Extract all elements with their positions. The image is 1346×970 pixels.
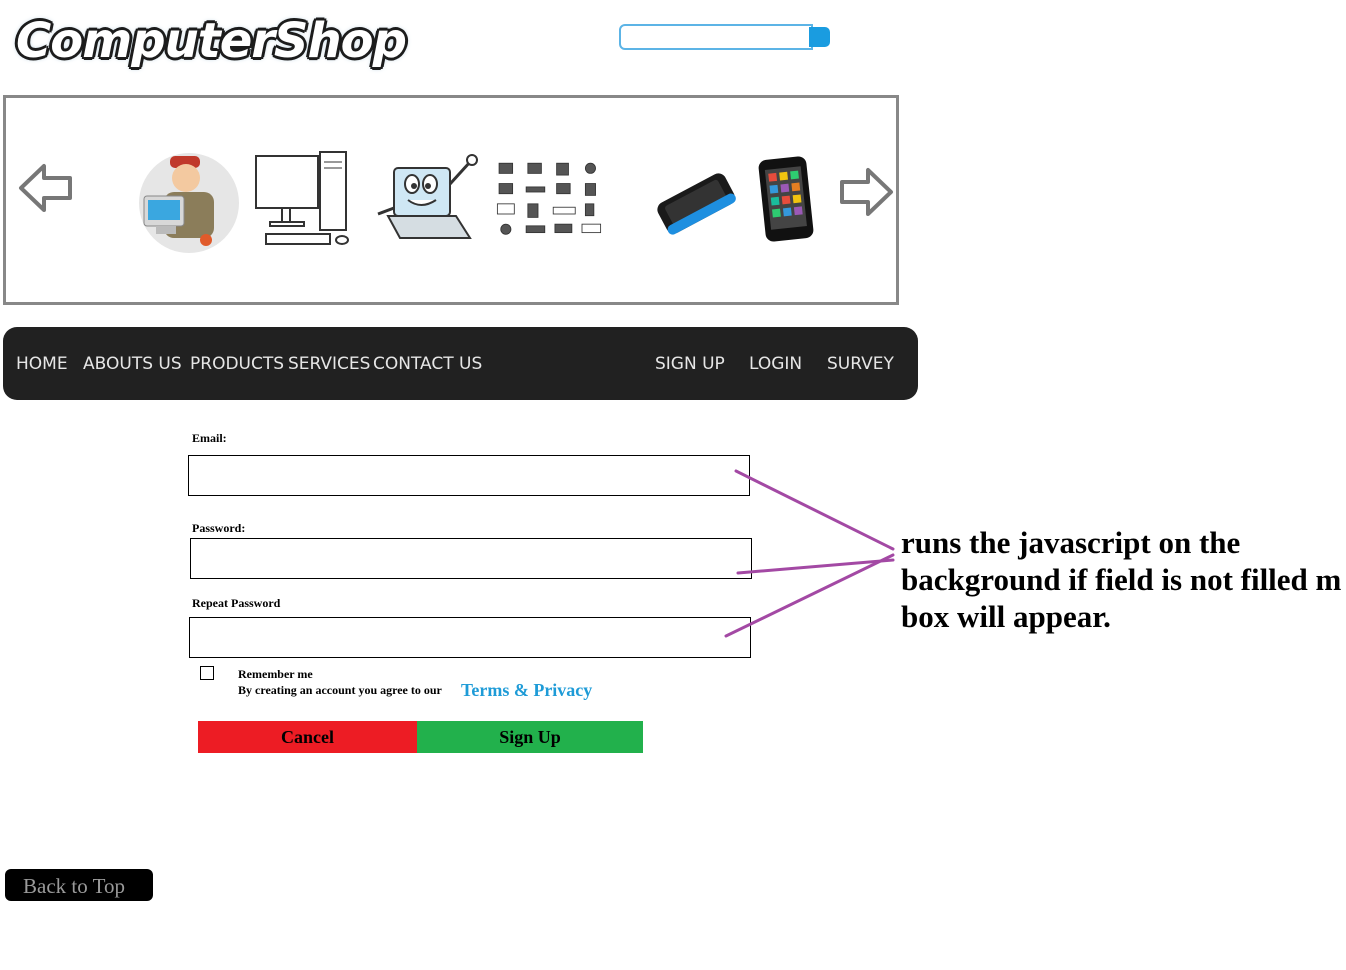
- password-label: Password:: [192, 521, 246, 535]
- email-field[interactable]: [188, 455, 750, 496]
- arrow-to-password: [736, 558, 895, 575]
- remember-checkbox[interactable]: [200, 666, 214, 680]
- technician-icon[interactable]: [134, 148, 244, 258]
- desktop-computer-icon[interactable]: [252, 148, 362, 258]
- back-to-top-button[interactable]: Back to Top: [5, 869, 153, 901]
- remember-label: Remember me: [238, 667, 313, 681]
- hardware-grid-icon[interactable]: [494, 148, 604, 258]
- email-label: Email:: [192, 431, 227, 445]
- nav-item-about[interactable]: ABOUTS US: [83, 353, 182, 375]
- terms-privacy-link[interactable]: Terms & Privacy: [461, 680, 592, 701]
- main-navbar: HOME ABOUTS US PRODUCTS SERVICES CONTACT…: [3, 327, 918, 400]
- annotation-line: box will appear.: [901, 599, 1111, 634]
- annotation-text: runs the javascript on the background if…: [901, 524, 1346, 635]
- nav-item-signup[interactable]: SIGN UP: [655, 353, 725, 375]
- product-carousel: [3, 95, 899, 305]
- nav-item-home[interactable]: HOME: [16, 353, 68, 375]
- nav-item-products[interactable]: PRODUCTS: [190, 353, 284, 375]
- repeat-password-field[interactable]: [189, 617, 751, 658]
- search-box: [619, 24, 831, 50]
- annotation-line: background if field is not filled m: [901, 562, 1342, 597]
- arrow-right-icon[interactable]: [838, 166, 894, 218]
- tablet-icon[interactable]: [736, 148, 846, 258]
- nav-item-services[interactable]: SERVICES: [288, 353, 370, 375]
- signup-button[interactable]: Sign Up: [417, 721, 643, 753]
- nav-item-login[interactable]: LOGIN: [749, 353, 802, 375]
- nav-item-contact[interactable]: CONTACT US: [373, 353, 482, 375]
- arrow-to-email: [734, 469, 895, 551]
- search-button[interactable]: [809, 27, 830, 47]
- terms-agreement-text: By creating an account you agree to our: [238, 683, 442, 697]
- repeat-password-label: Repeat Password: [192, 596, 281, 610]
- annotation-line: runs the javascript on the: [901, 525, 1241, 560]
- logo-text: ComputerShop: [16, 13, 407, 69]
- logo[interactable]: ComputerShop: [6, 3, 442, 83]
- cancel-button[interactable]: Cancel: [198, 721, 417, 753]
- password-field[interactable]: [190, 538, 752, 579]
- nav-item-survey[interactable]: SURVEY: [827, 353, 894, 375]
- laptop-mascot-icon[interactable]: [374, 148, 484, 258]
- search-input[interactable]: [619, 24, 813, 50]
- arrow-left-icon[interactable]: [18, 162, 74, 214]
